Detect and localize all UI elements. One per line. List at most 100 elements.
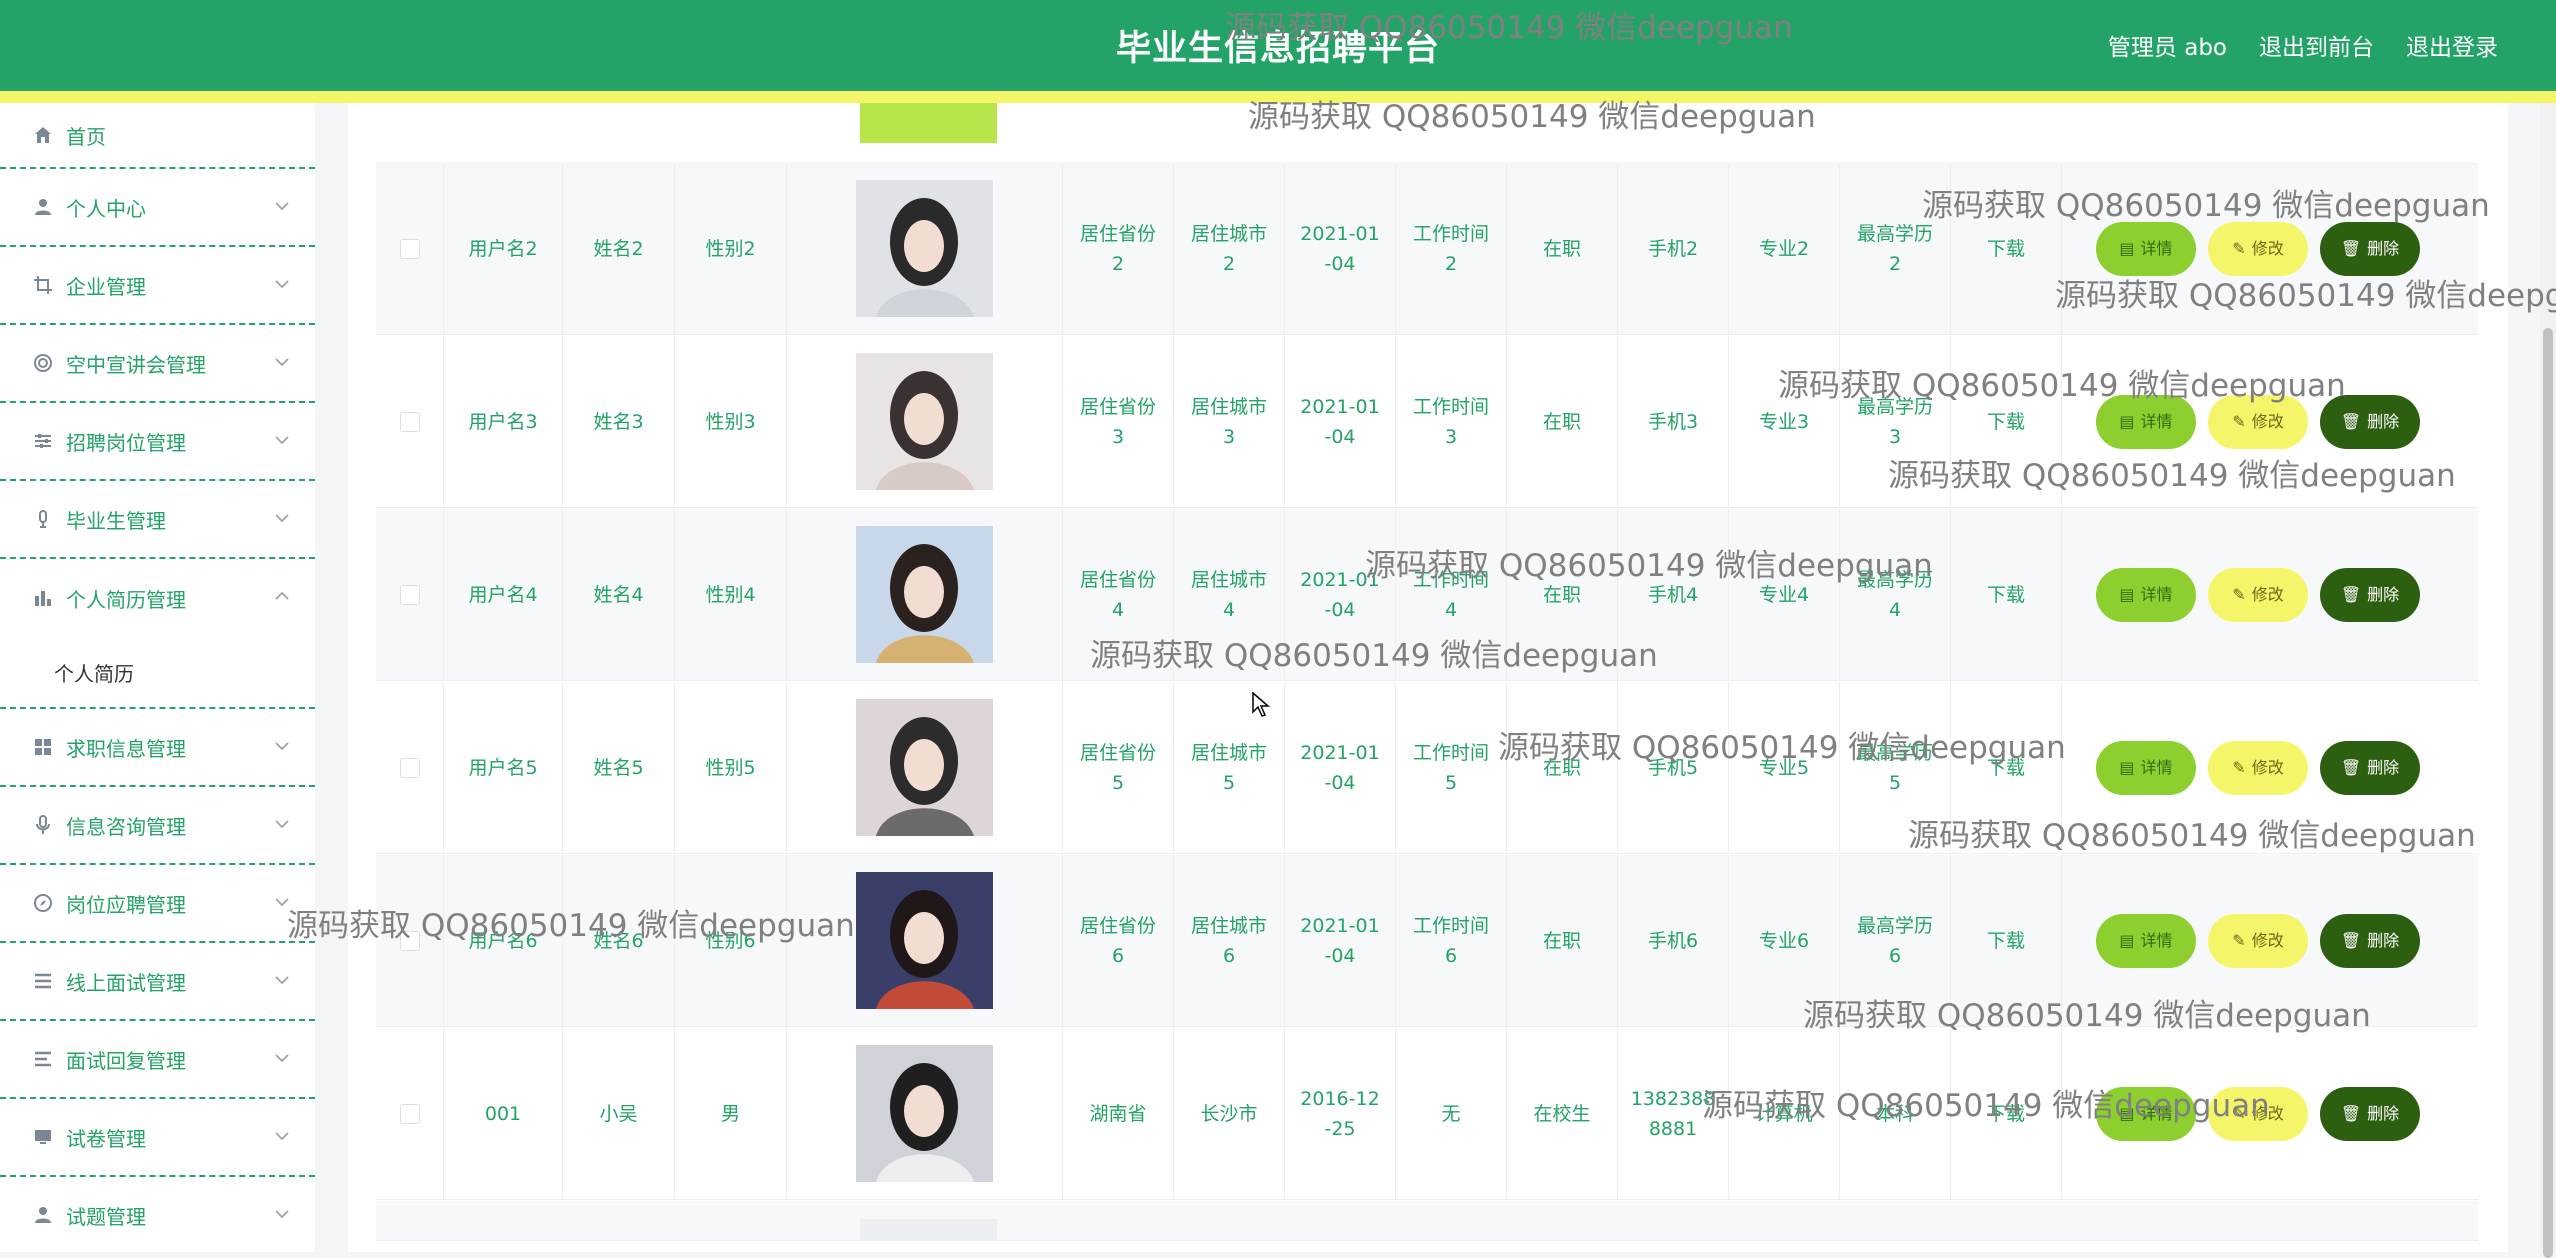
page-scrollbar[interactable] [2540, 103, 2556, 1258]
delete-button[interactable]: 🗑 删除 [2320, 1086, 2420, 1141]
detail-button[interactable]: ▤ 详情 [2096, 394, 2196, 449]
edit-button[interactable]: ✎ 修改 [2208, 221, 2308, 276]
chevron-down-icon [275, 507, 289, 528]
delete-button[interactable]: 🗑 删除 [2320, 913, 2420, 968]
cell-date: 2021-01 -04 [1285, 163, 1396, 334]
avatar-photo [856, 699, 993, 836]
submenu-item-resume[interactable]: 个人简历 [0, 637, 315, 709]
cell-edu: 最高学历 6 [1840, 855, 1951, 1026]
table-row: 用户名6 姓名6 性别6 居住省份 6 居住城市 6 2021-01 -04 工作时间 6在… [376, 855, 2478, 1027]
table-row: 用户名4 姓名4 性别4 居住省份 4 居住城市 4 2021-01 -04 工作时间 4在… [376, 509, 2478, 681]
chevron-down-icon [275, 891, 289, 912]
table-row: 用户名2 姓名2 性别2 居住省份 2 居住城市 2 2021-01 -04 工作时间 2在… [376, 163, 2478, 335]
sidebar-item-label: 求职信息管理 [66, 736, 186, 761]
cell-edu: 最高学历 5 [1840, 682, 1951, 853]
cell-province: 居住省份 6 [1063, 855, 1174, 1026]
cell-province: 居住省份 4 [1063, 509, 1174, 680]
download-link[interactable]: 下载 [1951, 163, 2062, 334]
user-icon [32, 1204, 54, 1226]
actions-cell: ▤ 详情 ✎ 修改 🗑 删除 [2062, 1028, 2458, 1199]
download-link[interactable]: 下载 [1951, 682, 2062, 853]
cell-date: 2021-01 -04 [1285, 682, 1396, 853]
detail-button[interactable]: ▤ 详情 [2096, 740, 2196, 795]
sidebar-item-label: 线上面试管理 [66, 970, 186, 995]
row-checkbox[interactable] [399, 930, 420, 951]
cell-username: 用户名2 [444, 163, 563, 334]
sidebar-item-label: 个人中心 [66, 196, 146, 221]
photo-cell [787, 336, 1063, 507]
download-link[interactable]: 下载 [1951, 336, 2062, 507]
row-checkbox[interactable] [399, 584, 420, 605]
cell-major: 专业4 [1729, 509, 1840, 680]
admin-user-link[interactable]: 管理员 abo [2108, 28, 2227, 62]
cell-work-time: 工作时间 2 [1396, 163, 1507, 334]
edit-button-label: 修改 [2251, 238, 2284, 258]
sidebar-item-12[interactable]: 试卷管理 [0, 1099, 315, 1177]
delete-button[interactable]: 🗑 删除 [2320, 567, 2420, 622]
row-checkbox[interactable] [399, 411, 420, 432]
detail-button[interactable]: ▤ 详情 [2096, 567, 2196, 622]
back-to-frontend-link[interactable]: 退出到前台 [2259, 28, 2374, 62]
edit-button[interactable]: ✎ 修改 [2208, 394, 2308, 449]
download-link[interactable]: 下载 [1951, 509, 2062, 680]
pencil-icon: ✎ [2232, 1103, 2246, 1123]
sidebar-item-1[interactable]: 个人中心 [0, 169, 315, 247]
sidebar-item-label: 招聘岗位管理 [66, 430, 186, 455]
row-checkbox[interactable] [399, 1103, 420, 1124]
photo-cell [787, 682, 1063, 853]
cell-edu: 最高学历 4 [1840, 509, 1951, 680]
edit-button[interactable]: ✎ 修改 [2208, 1086, 2308, 1141]
sidebar-item-label: 试卷管理 [66, 1126, 146, 1151]
cell-phone: 手机2 [1618, 163, 1729, 334]
row-checkbox[interactable] [399, 238, 420, 259]
detail-button-label: 详情 [2140, 930, 2173, 950]
actions-cell: ▤ 详情 ✎ 修改 🗑 删除 [2062, 682, 2458, 853]
row-checkbox[interactable] [399, 757, 420, 778]
sidebar-item-8[interactable]: 信息咨询管理 [0, 787, 315, 865]
scrollbar-thumb[interactable] [2543, 328, 2553, 1258]
sidebar-item-5[interactable]: 毕业生管理 [0, 481, 315, 559]
cell-city: 居住城市 4 [1174, 509, 1285, 680]
cell-date: 2016-12 -25 [1285, 1028, 1396, 1199]
pencil-icon: ✎ [2232, 238, 2246, 258]
document-icon: ▤ [2119, 584, 2135, 604]
cell-username: 用户名5 [444, 682, 563, 853]
download-link[interactable]: 下载 [1951, 1028, 2062, 1199]
sidebar-item-11[interactable]: 面试回复管理 [0, 1021, 315, 1099]
detail-button[interactable]: ▤ 详情 [2096, 913, 2196, 968]
download-link[interactable]: 下载 [1951, 855, 2062, 1026]
delete-button-label: 删除 [2367, 584, 2400, 604]
detail-button[interactable]: ▤ 详情 [2096, 1086, 2196, 1141]
cell-status: 在职 [1507, 336, 1618, 507]
trash-icon: 🗑 [2340, 1103, 2362, 1123]
sidebar-item-7[interactable]: 求职信息管理 [0, 709, 315, 787]
sidebar-item-2[interactable]: 企业管理 [0, 247, 315, 325]
sidebar-item-label: 岗位应聘管理 [66, 892, 186, 917]
sidebar-item-3[interactable]: 空中宣讲会管理 [0, 325, 315, 403]
trash-icon: 🗑 [2340, 757, 2362, 777]
avatar-partial [860, 103, 997, 143]
edit-button[interactable]: ✎ 修改 [2208, 913, 2308, 968]
chevron-down-icon [275, 1125, 289, 1146]
chevron-down-icon [275, 351, 289, 372]
photo-cell [787, 163, 1063, 334]
delete-button[interactable]: 🗑 删除 [2320, 740, 2420, 795]
detail-button[interactable]: ▤ 详情 [2096, 221, 2196, 276]
cell-phone: 手机5 [1618, 682, 1729, 853]
sidebar-item-9[interactable]: 岗位应聘管理 [0, 865, 315, 943]
edit-button[interactable]: ✎ 修改 [2208, 740, 2308, 795]
sidebar-item-10[interactable]: 线上面试管理 [0, 943, 315, 1021]
logout-link[interactable]: 退出登录 [2406, 28, 2498, 62]
sidebar-item-6[interactable]: 个人简历管理 [0, 559, 315, 637]
menu-icon [32, 1048, 54, 1070]
cell-username: 用户名3 [444, 336, 563, 507]
cell-gender: 性别5 [675, 682, 787, 853]
edit-button[interactable]: ✎ 修改 [2208, 567, 2308, 622]
delete-button[interactable]: 🗑 删除 [2320, 221, 2420, 276]
microphone-icon [32, 508, 54, 530]
sidebar-item-0[interactable]: 首页 [0, 103, 315, 169]
sidebar-item-13[interactable]: 试题管理 [0, 1177, 315, 1252]
sidebar-item-4[interactable]: 招聘岗位管理 [0, 403, 315, 481]
delete-button[interactable]: 🗑 删除 [2320, 394, 2420, 449]
cell-username: 用户名4 [444, 509, 563, 680]
